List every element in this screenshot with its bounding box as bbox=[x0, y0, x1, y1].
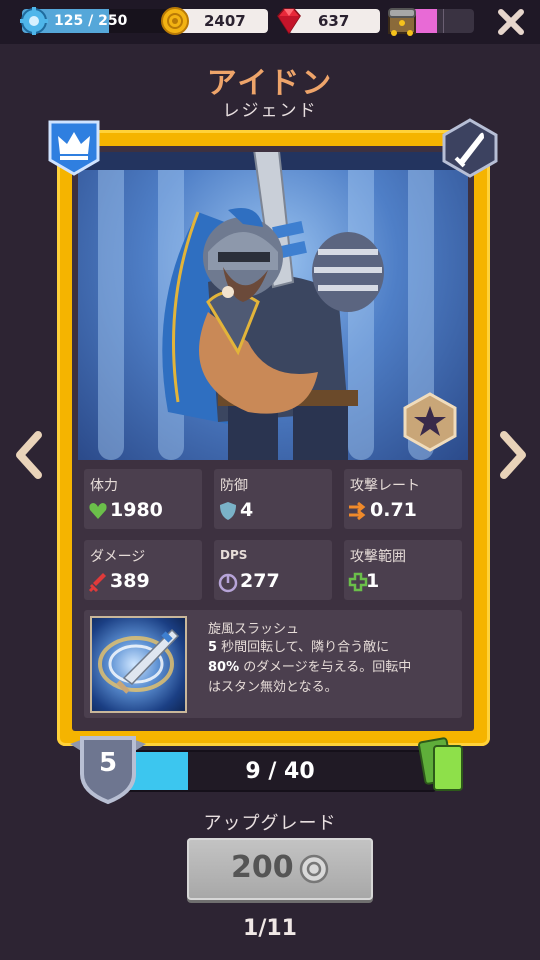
stat-range: 攻撃範囲 1 bbox=[344, 540, 462, 600]
stat-hp-label: 体力 bbox=[90, 478, 118, 494]
ability-desc-line-1: 5 秒間回転して、隣り合う敵に bbox=[208, 640, 390, 655]
gems-value: 637 bbox=[318, 12, 350, 30]
gems-resource[interactable]: 637 bbox=[274, 7, 380, 35]
stat-dps-value: 277 bbox=[240, 570, 280, 592]
stat-hp: 体力 1980 bbox=[84, 469, 202, 529]
stat-range-label: 攻撃範囲 bbox=[350, 549, 406, 565]
xp-resource[interactable]: 125 / 250 bbox=[20, 7, 176, 35]
ability-name: 旋風スラッシュ bbox=[208, 622, 300, 637]
upgrade-button[interactable]: 200 bbox=[187, 838, 373, 900]
ability-panel[interactable]: 旋風スラッシュ 5 秒間回転して、隣り合う敵に 80% のダメージを与える。回転… bbox=[84, 610, 462, 718]
arrows-icon bbox=[349, 501, 366, 521]
gear-xp-icon bbox=[20, 7, 48, 35]
stat-dps-label: DPS bbox=[220, 548, 248, 562]
crown-icon bbox=[48, 120, 100, 176]
hero-level: 5 bbox=[98, 748, 118, 778]
sword-icon bbox=[88, 573, 106, 593]
stat-attack-rate-label: 攻撃レート bbox=[350, 478, 420, 494]
ability-desc-line-3: はスタン無効となる。 bbox=[208, 680, 338, 695]
resource-bar: 125 / 250 2407 637 bbox=[0, 0, 540, 44]
close-icon[interactable] bbox=[496, 7, 526, 37]
ability-thumbnail bbox=[90, 616, 187, 713]
stat-damage: ダメージ 389 bbox=[84, 540, 202, 600]
ruby-icon bbox=[277, 8, 301, 35]
stat-defense-value: 4 bbox=[240, 499, 254, 521]
coins-value: 2407 bbox=[204, 12, 246, 30]
coin-icon bbox=[161, 7, 189, 35]
heart-icon bbox=[89, 503, 107, 519]
stat-damage-label: ダメージ bbox=[90, 549, 146, 565]
upgrade-label: アップグレード bbox=[203, 813, 337, 834]
dps-icon bbox=[218, 573, 238, 593]
card-progress-bar: 9 / 40 bbox=[100, 750, 436, 792]
whirlwind-slash-icon bbox=[98, 628, 180, 694]
stat-hp-value: 1980 bbox=[110, 499, 163, 521]
stat-dps: DPS 277 bbox=[214, 540, 332, 600]
chest-bar-divider bbox=[443, 9, 444, 33]
upgrade-cost: 200 bbox=[231, 850, 294, 885]
cards-icon bbox=[418, 737, 463, 791]
prev-arrow-icon[interactable] bbox=[14, 430, 44, 480]
range-cross-icon bbox=[348, 572, 368, 592]
ability-description: 5 秒間回転して、隣り合う敵に 80% のダメージを与える。回転中 はスタン無効… bbox=[208, 638, 456, 698]
stat-attack-rate-value: 0.71 bbox=[370, 499, 417, 521]
sword-icon bbox=[442, 118, 498, 178]
coin-icon bbox=[299, 854, 329, 884]
stat-damage-value: 389 bbox=[110, 570, 150, 592]
ability-desc-line-2: 80% のダメージを与える。回転中 bbox=[208, 660, 412, 675]
hero-pager: 1/11 bbox=[243, 916, 297, 941]
stat-defense-label: 防御 bbox=[220, 478, 248, 494]
chest-resource[interactable] bbox=[386, 7, 476, 36]
card-progress-text: 9 / 40 bbox=[245, 759, 315, 784]
chest-bar bbox=[412, 9, 474, 33]
treasure-chest-icon bbox=[388, 8, 416, 36]
stat-defense: 防御 4 bbox=[214, 469, 332, 529]
stat-range-value: 1 bbox=[366, 570, 380, 592]
coins-resource[interactable]: 2407 bbox=[160, 7, 268, 35]
xp-text: 125 / 250 bbox=[54, 13, 128, 29]
star-icon[interactable] bbox=[402, 392, 458, 452]
stat-attack-rate: 攻撃レート 0.71 bbox=[344, 469, 462, 529]
next-arrow-icon[interactable] bbox=[498, 430, 528, 480]
shield-icon bbox=[220, 502, 236, 520]
